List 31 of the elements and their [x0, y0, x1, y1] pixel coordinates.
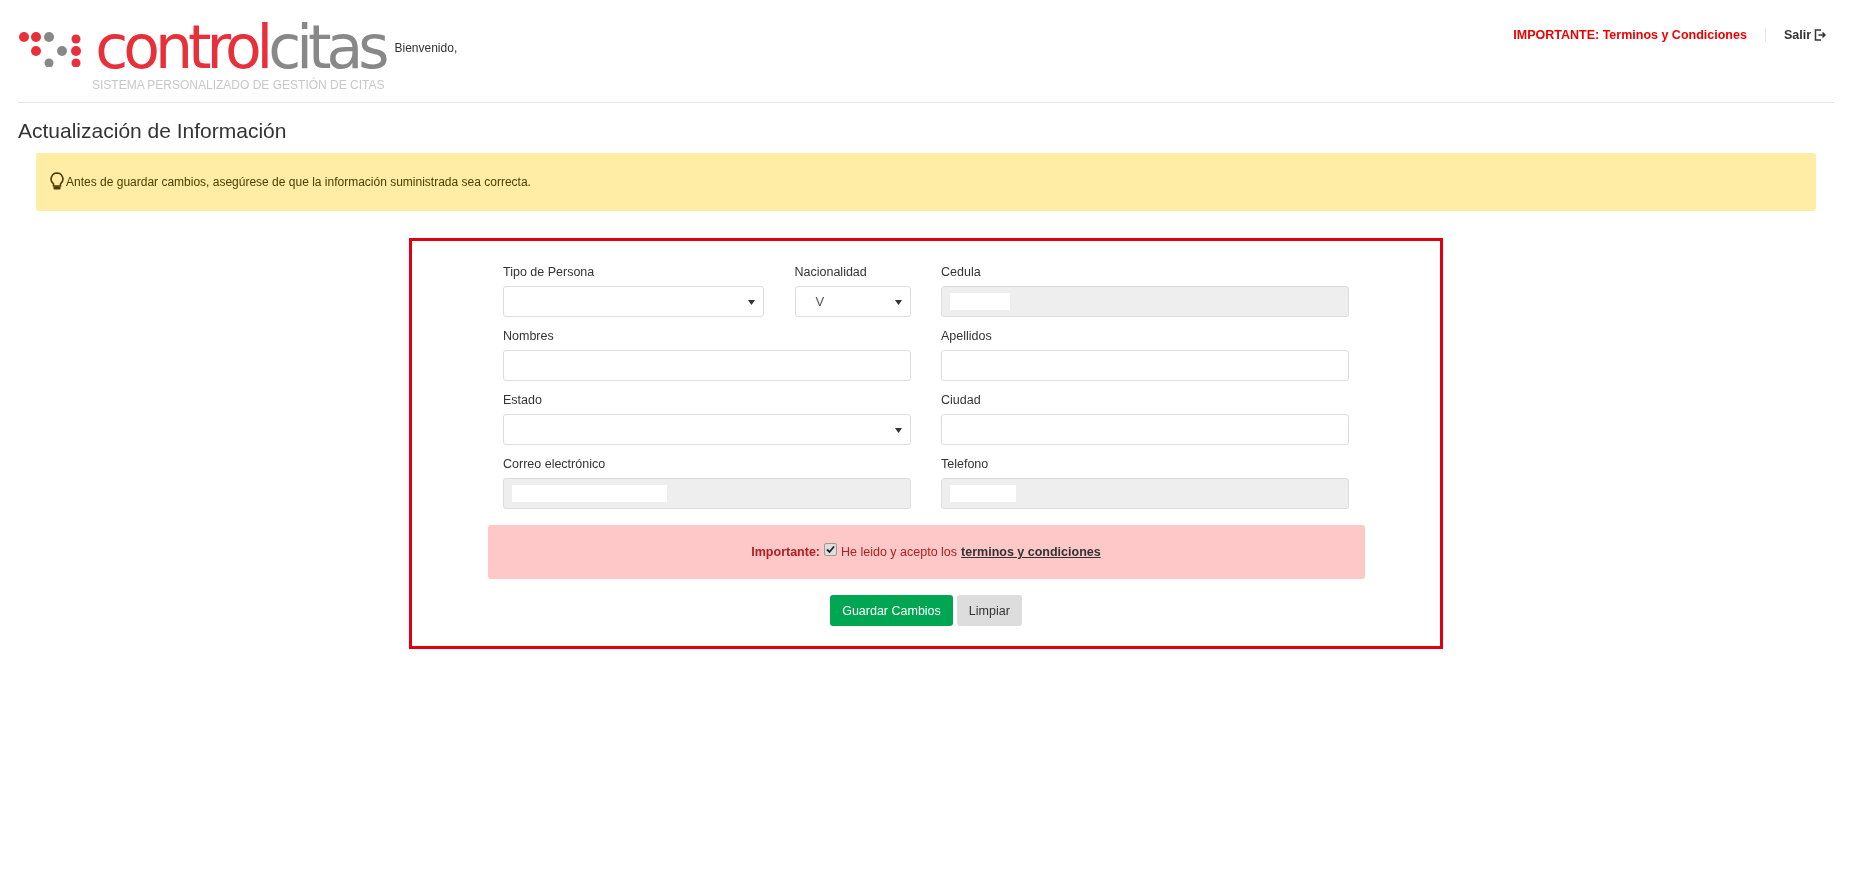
logout-link[interactable]: Salir — [1783, 28, 1826, 42]
dropdown-field[interactable]: V — [794, 286, 911, 317]
field-label: Apellidos — [941, 329, 993, 343]
caret-icon — [748, 300, 755, 305]
input-field[interactable] — [941, 350, 1349, 381]
dropdown-field[interactable] — [503, 286, 764, 317]
dropdown-field[interactable] — [503, 414, 911, 445]
logout-icon — [1814, 29, 1826, 41]
clear-button[interactable]: Limpiar — [956, 595, 1022, 626]
input-field[interactable] — [941, 414, 1349, 445]
input-field[interactable] — [503, 350, 911, 381]
terms-link[interactable]: terminos y condiciones — [961, 545, 1101, 559]
notice-text: Antes de guardar cambios, asegúrese de que la información suministrada sea correcta. — [66, 175, 531, 189]
field-label: Estado — [503, 393, 543, 407]
field-label: Ciudad — [941, 393, 982, 407]
caret-icon — [894, 300, 902, 305]
field-label: Cedula — [941, 265, 982, 279]
field-label: Nombres — [503, 329, 555, 343]
field-label: Correo electrónico — [503, 457, 607, 471]
field-label: Tipo de Persona — [503, 265, 596, 279]
lightbulb-icon — [50, 172, 64, 192]
agreement-text: He leido y acepto los — [841, 545, 958, 559]
agreement-checkbox[interactable] — [824, 542, 838, 556]
logo-wordmark: controlcitas — [95, 16, 385, 78]
caret-icon — [895, 428, 902, 433]
page-title: Actualización de Información — [18, 119, 288, 143]
field-label: Telefono — [941, 457, 990, 471]
field-label: Nacionalidad — [794, 265, 868, 279]
terms-link[interactable]: IMPORTANTE: Terminos y Condiciones — [1513, 28, 1747, 42]
important-label: Importante: — [751, 545, 821, 559]
greeting-text: Bienvenido, — [394, 41, 458, 55]
